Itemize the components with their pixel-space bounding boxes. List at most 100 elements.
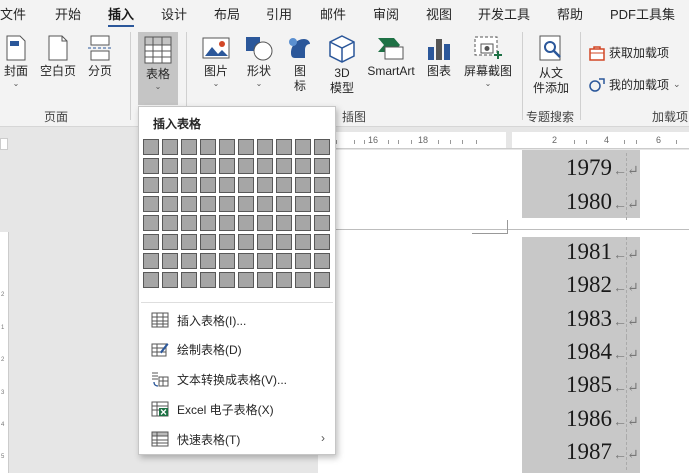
table-grid-cell[interactable] <box>276 215 292 231</box>
table-grid-cell[interactable] <box>295 234 311 250</box>
table-grid-cell[interactable] <box>219 272 235 288</box>
table-grid-cell[interactable] <box>238 196 254 212</box>
table-grid-cell[interactable] <box>238 177 254 193</box>
tab-stop-selector[interactable] <box>0 138 8 150</box>
table-grid-cell[interactable] <box>295 139 311 155</box>
3d-model-button[interactable]: 3D 模型 <box>324 35 360 96</box>
table-grid-cell[interactable] <box>219 234 235 250</box>
table-grid-cell[interactable] <box>162 253 178 269</box>
table-grid-cell[interactable] <box>295 272 311 288</box>
table-grid-cell[interactable] <box>219 177 235 193</box>
screenshot-button[interactable]: 屏幕截图 ⌄ <box>460 35 516 89</box>
table-grid-cell[interactable] <box>276 234 292 250</box>
table-grid-cell[interactable] <box>219 158 235 174</box>
table-cell[interactable]: 1982←↵ <box>566 272 639 298</box>
menu-item-excel-spreadsheet[interactable]: Excel 电子表格(X) <box>139 396 335 422</box>
table-grid-cell[interactable] <box>181 158 197 174</box>
my-addins-button[interactable]: 我的加载项 ⌄ <box>589 76 681 93</box>
menu-item-insert-table[interactable]: 插入表格(I)... <box>139 307 335 333</box>
table-grid-cell[interactable] <box>162 234 178 250</box>
vertical-ruler[interactable]: 2 1 2 3 4 5 <box>0 232 9 473</box>
tab-view[interactable]: 视图 <box>426 4 452 23</box>
table-grid-cell[interactable] <box>314 196 330 212</box>
menu-item-convert-text[interactable]: 文本转换成表格(V)... <box>139 366 335 392</box>
table-grid-cell[interactable] <box>257 215 273 231</box>
table-grid-cell[interactable] <box>314 215 330 231</box>
indent-marker[interactable] <box>506 132 512 148</box>
table-cell[interactable]: 1979←↵ <box>566 155 639 181</box>
table-grid-cell[interactable] <box>238 215 254 231</box>
table-grid-cell[interactable] <box>314 177 330 193</box>
table-grid-cell[interactable] <box>276 158 292 174</box>
table-grid-cell[interactable] <box>219 196 235 212</box>
smartart-button[interactable]: SmartArt <box>362 35 420 79</box>
table-grid-cell[interactable] <box>257 139 273 155</box>
table-grid-cell[interactable] <box>143 177 159 193</box>
blank-page-button[interactable]: 空白页 <box>37 35 79 79</box>
table-grid-cell[interactable] <box>162 272 178 288</box>
table-grid-cell[interactable] <box>200 272 216 288</box>
table-grid-cell[interactable] <box>238 253 254 269</box>
table-grid-cell[interactable] <box>162 215 178 231</box>
menu-item-draw-table[interactable]: 绘制表格(D) <box>139 336 335 362</box>
tab-file[interactable]: 文件 <box>0 4 26 23</box>
shapes-button[interactable]: 形状 ⌄ <box>242 35 276 89</box>
table-grid-cell[interactable] <box>200 139 216 155</box>
table-grid-cell[interactable] <box>238 272 254 288</box>
table-grid-cell[interactable] <box>257 234 273 250</box>
table-grid-cell[interactable] <box>276 177 292 193</box>
table-grid-cell[interactable] <box>181 272 197 288</box>
menu-item-quick-tables[interactable]: 快速表格(T) › <box>139 426 335 452</box>
tab-developer[interactable]: 开发工具 <box>478 4 530 23</box>
table-size-grid[interactable] <box>143 139 330 288</box>
table-grid-cell[interactable] <box>143 158 159 174</box>
tab-design[interactable]: 设计 <box>161 4 187 23</box>
tab-references[interactable]: 引用 <box>266 4 292 23</box>
table-grid-cell[interactable] <box>181 139 197 155</box>
table-grid-cell[interactable] <box>200 234 216 250</box>
table-grid-cell[interactable] <box>238 139 254 155</box>
page-break-button[interactable]: 分页 <box>84 35 116 79</box>
table-cell[interactable]: 1981←↵ <box>566 239 639 265</box>
tab-mailings[interactable]: 邮件 <box>320 4 346 23</box>
table-grid-cell[interactable] <box>143 272 159 288</box>
table-grid-cell[interactable] <box>162 158 178 174</box>
table-grid-cell[interactable] <box>314 234 330 250</box>
tab-layout[interactable]: 布局 <box>214 4 240 23</box>
tab-help[interactable]: 帮助 <box>557 4 583 23</box>
horizontal-ruler[interactable]: 16 18 2 4 6 <box>316 132 689 149</box>
table-grid-cell[interactable] <box>257 158 273 174</box>
table-grid-cell[interactable] <box>181 253 197 269</box>
cover-page-button[interactable]: 封面 ⌄ <box>1 35 31 89</box>
table-grid-cell[interactable] <box>314 139 330 155</box>
icons-button[interactable]: 图 标 <box>283 35 317 94</box>
table-grid-cell[interactable] <box>181 234 197 250</box>
table-grid-cell[interactable] <box>143 253 159 269</box>
picture-button[interactable]: 图片 ⌄ <box>196 35 236 89</box>
table-grid-cell[interactable] <box>200 196 216 212</box>
tab-pdf-tools[interactable]: PDF工具集 <box>610 4 675 23</box>
table-grid-cell[interactable] <box>257 177 273 193</box>
table-grid-cell[interactable] <box>219 139 235 155</box>
table-grid-cell[interactable] <box>238 158 254 174</box>
table-grid-cell[interactable] <box>181 196 197 212</box>
tab-review[interactable]: 审阅 <box>373 4 399 23</box>
table-grid-cell[interactable] <box>143 139 159 155</box>
table-grid-cell[interactable] <box>314 158 330 174</box>
table-grid-cell[interactable] <box>295 215 311 231</box>
table-grid-cell[interactable] <box>295 196 311 212</box>
table-grid-cell[interactable] <box>200 177 216 193</box>
table-grid-cell[interactable] <box>257 272 273 288</box>
chart-button[interactable]: 图表 <box>424 35 454 79</box>
table-grid-cell[interactable] <box>295 158 311 174</box>
table-cell[interactable]: 1985←↵ <box>566 372 639 398</box>
table-grid-cell[interactable] <box>295 177 311 193</box>
table-grid-cell[interactable] <box>276 196 292 212</box>
add-from-file-button[interactable]: 从文 件添加 <box>528 35 574 96</box>
table-grid-cell[interactable] <box>200 215 216 231</box>
table-grid-cell[interactable] <box>162 177 178 193</box>
table-grid-cell[interactable] <box>181 215 197 231</box>
table-grid-cell[interactable] <box>295 253 311 269</box>
tab-home[interactable]: 开始 <box>55 4 81 23</box>
table-cell[interactable]: 1983←↵ <box>566 306 639 332</box>
